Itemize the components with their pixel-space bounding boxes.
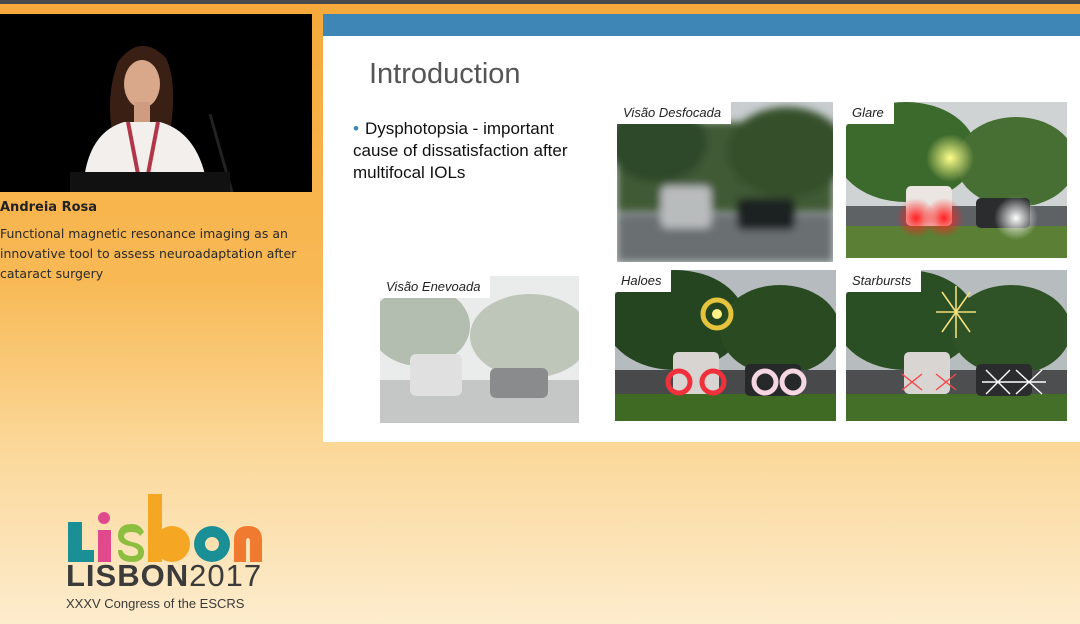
slide-header-bar: [323, 14, 1080, 36]
logo-city: LISBON2017: [66, 558, 262, 594]
photo-caption: Starbursts: [846, 270, 922, 292]
presentation-slide: Introduction • Dysphotopsia - important c…: [323, 14, 1080, 442]
logo-year-text: 2017: [189, 558, 263, 593]
photo-foggy-vision: Visão Enevoada: [380, 276, 579, 423]
speaker-video: [0, 14, 312, 192]
photo-starbursts: Starbursts: [846, 270, 1067, 421]
slide-bullet: • Dysphotopsia - important cause of dissa…: [353, 118, 603, 184]
photo-blurred-vision: Visão Desfocada: [617, 102, 833, 262]
photo-caption: Visão Desfocada: [617, 102, 732, 124]
congress-logo: LISBON2017 XXXV Congress of the ESCRS: [64, 492, 264, 622]
logo-city-text: LISBON: [66, 558, 190, 593]
top-strip: [0, 0, 1080, 4]
photo-caption: Visão Enevoada: [380, 276, 491, 298]
talk-title: Functional magnetic resonance imaging as…: [0, 226, 297, 281]
bullet-dot-icon: •: [353, 119, 359, 138]
photo-haloes: Haloes: [615, 270, 836, 421]
lisbon-logo-icon: [68, 494, 262, 562]
photo-caption: Haloes: [615, 270, 672, 292]
slide-title: Introduction: [369, 58, 521, 90]
photo-glare: Glare: [846, 102, 1067, 258]
photo-caption: Glare: [846, 102, 894, 124]
speaker-name: Andreia Rosa: [0, 200, 98, 215]
logo-subtitle: XXXV Congress of the ESCRS: [66, 596, 245, 611]
bullet-text: Dysphotopsia - important cause of dissat…: [353, 119, 568, 182]
